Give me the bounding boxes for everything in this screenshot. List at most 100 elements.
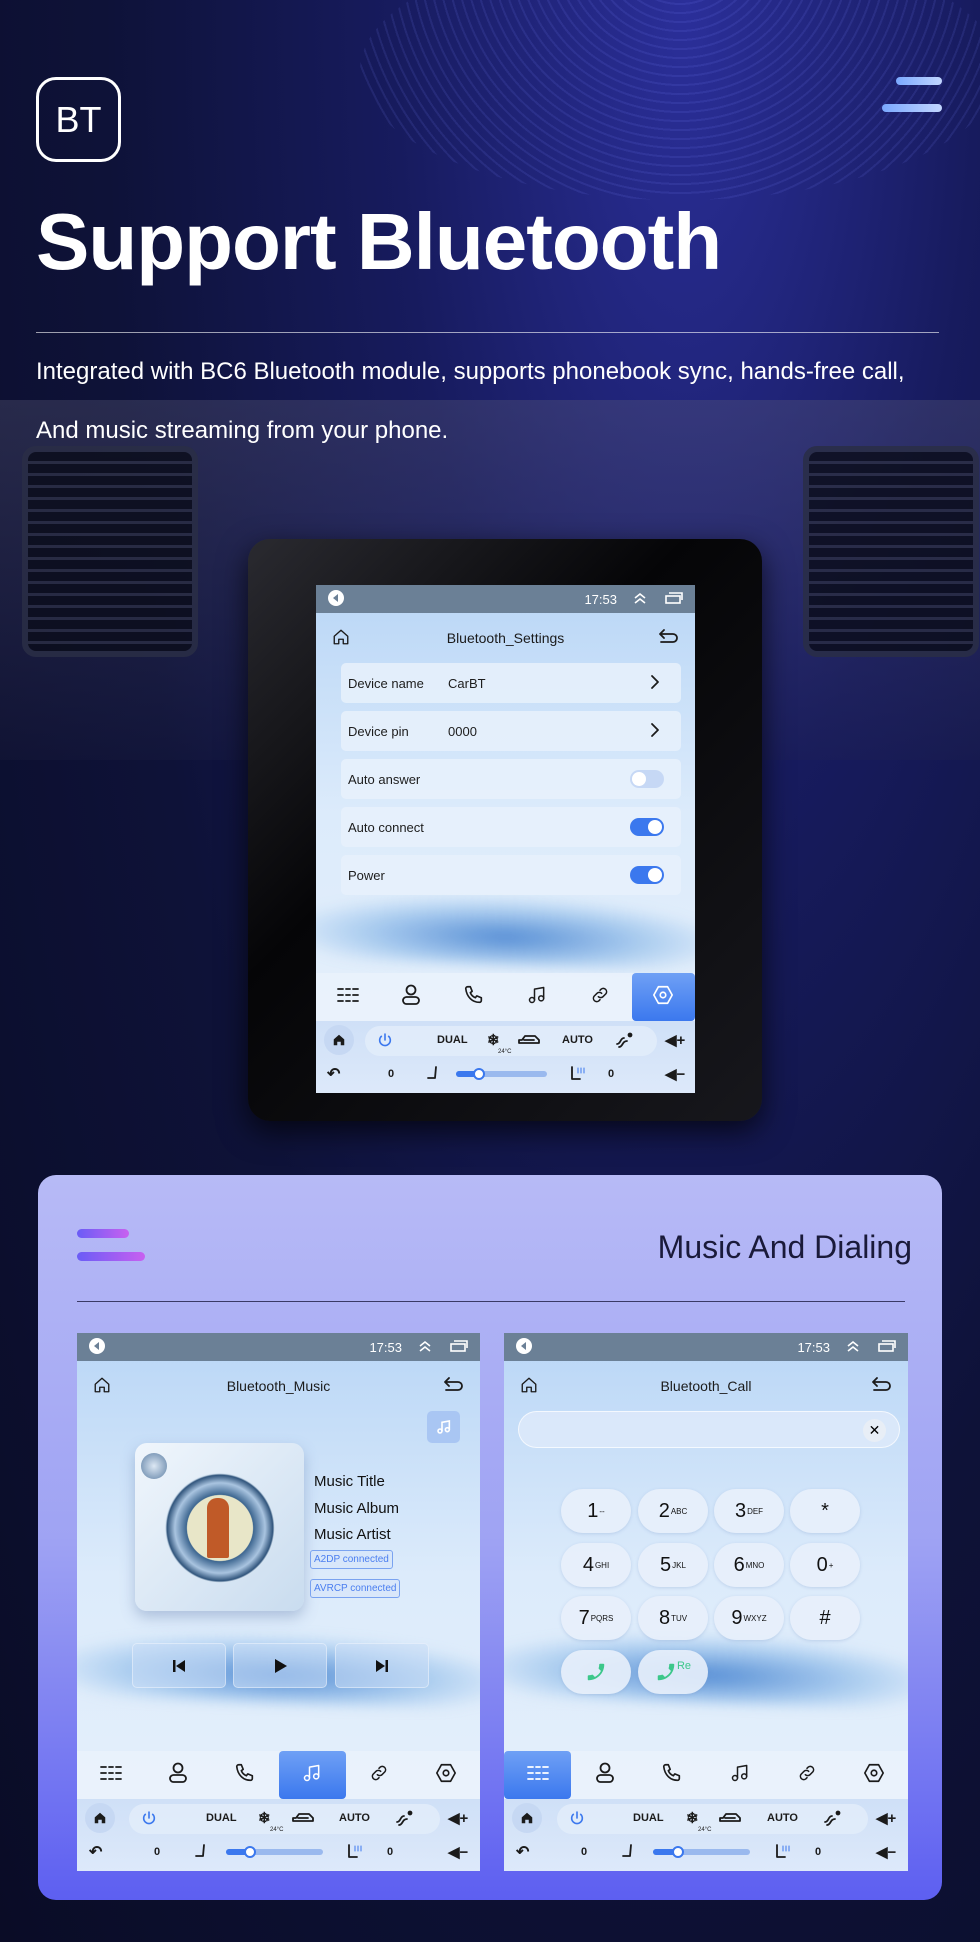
seat-heat-icon[interactable] xyxy=(347,1837,363,1867)
airflow-icon[interactable] xyxy=(395,1803,413,1833)
seat-heat-icon[interactable] xyxy=(570,1059,586,1089)
home-icon[interactable] xyxy=(93,1376,111,1397)
keypad-key-*[interactable]: * xyxy=(790,1489,860,1533)
dual-button[interactable]: DUAL xyxy=(633,1803,664,1833)
recent-apps-icon[interactable] xyxy=(450,1339,468,1355)
back-icon[interactable] xyxy=(659,628,679,647)
back-circle-icon[interactable] xyxy=(328,589,344,609)
nav-tab-link[interactable] xyxy=(773,1751,840,1799)
previous-track-button[interactable] xyxy=(132,1643,226,1688)
keypad-key-5[interactable]: 5 JKL xyxy=(638,1543,708,1587)
fan-slider-knob[interactable] xyxy=(473,1068,485,1080)
airflow-icon[interactable] xyxy=(823,1803,841,1833)
music-source-button[interactable] xyxy=(427,1411,460,1443)
back-arrow-icon[interactable]: ↶ xyxy=(516,1837,529,1867)
recirculation-icon[interactable] xyxy=(718,1803,742,1833)
nav-tab-music[interactable] xyxy=(506,973,569,1021)
keypad-key-9[interactable]: 9 WXYZ xyxy=(714,1596,784,1640)
power-button[interactable] xyxy=(569,1803,585,1833)
dual-button[interactable]: DUAL xyxy=(437,1025,468,1055)
home-button[interactable] xyxy=(85,1803,115,1833)
nav-tab-music[interactable] xyxy=(278,1751,346,1799)
volume-down-icon[interactable]: ◀− xyxy=(876,1837,896,1867)
home-icon[interactable] xyxy=(332,628,350,649)
volume-up-icon[interactable]: ◀+ xyxy=(876,1803,896,1833)
seat-icon[interactable] xyxy=(194,1837,208,1867)
defrost-snowflake-icon[interactable]: ❄ xyxy=(258,1803,271,1833)
auto-button[interactable]: AUTO xyxy=(339,1803,370,1833)
power-button[interactable] xyxy=(141,1803,157,1833)
volume-up-icon[interactable]: ◀+ xyxy=(665,1025,685,1055)
keypad-key-6[interactable]: 6 MNO xyxy=(714,1543,784,1587)
nav-tab-phone[interactable] xyxy=(442,973,505,1021)
dial-number-input[interactable]: ✕ xyxy=(518,1411,900,1448)
nav-tab-contacts[interactable] xyxy=(571,1751,638,1799)
seat-heat-icon[interactable] xyxy=(775,1837,791,1867)
back-arrow-icon[interactable]: ↶ xyxy=(89,1837,102,1867)
home-icon[interactable] xyxy=(520,1376,538,1397)
nav-tab-apps[interactable] xyxy=(504,1751,572,1799)
back-arrow-icon[interactable]: ↶ xyxy=(327,1059,340,1089)
clear-button[interactable]: ✕ xyxy=(863,1419,886,1442)
nav-tab-phone[interactable] xyxy=(211,1751,278,1799)
power-button[interactable] xyxy=(377,1025,393,1055)
keypad-key-2[interactable]: 2 ABC xyxy=(638,1489,708,1533)
recirculation-icon[interactable] xyxy=(517,1025,541,1055)
back-icon[interactable] xyxy=(444,1376,464,1395)
recent-apps-icon[interactable] xyxy=(665,591,683,607)
call-button[interactable] xyxy=(561,1650,631,1694)
toggle-switch[interactable] xyxy=(630,770,664,788)
play-button[interactable] xyxy=(233,1643,327,1688)
back-circle-icon[interactable] xyxy=(516,1337,532,1357)
volume-down-icon[interactable]: ◀− xyxy=(665,1059,685,1089)
keypad-key-8[interactable]: 8 TUV xyxy=(638,1596,708,1640)
fan-slider-knob[interactable] xyxy=(244,1846,256,1858)
auto-button[interactable]: AUTO xyxy=(767,1803,798,1833)
defrost-snowflake-icon[interactable]: ❄ xyxy=(686,1803,699,1833)
seat-icon[interactable] xyxy=(621,1837,635,1867)
keypad-key-1[interactable]: 1 -- xyxy=(561,1489,631,1533)
chevron-up-icon[interactable] xyxy=(846,1340,860,1355)
seat-icon[interactable] xyxy=(426,1059,440,1089)
recent-apps-icon[interactable] xyxy=(878,1339,896,1355)
home-button[interactable] xyxy=(512,1803,542,1833)
nav-tab-settings[interactable] xyxy=(413,1751,480,1799)
nav-tab-link[interactable] xyxy=(346,1751,413,1799)
chevron-up-icon[interactable] xyxy=(633,592,647,607)
volume-up-icon[interactable]: ◀+ xyxy=(448,1803,468,1833)
back-circle-icon[interactable] xyxy=(89,1337,105,1357)
airflow-icon[interactable] xyxy=(615,1025,633,1055)
chevron-up-icon[interactable] xyxy=(418,1340,432,1355)
volume-down-icon[interactable]: ◀− xyxy=(448,1837,468,1867)
auto-button[interactable]: AUTO xyxy=(562,1025,593,1055)
keypad-key-7[interactable]: 7 PQRS xyxy=(561,1596,631,1640)
nav-tab-contacts[interactable] xyxy=(379,973,442,1021)
nav-tab-settings[interactable] xyxy=(631,973,695,1021)
nav-tab-apps[interactable] xyxy=(77,1751,144,1799)
nav-tab-apps[interactable] xyxy=(316,973,379,1021)
toggle-switch[interactable] xyxy=(630,818,664,836)
keypad-key-0[interactable]: 0 + xyxy=(790,1543,860,1587)
dual-button[interactable]: DUAL xyxy=(206,1803,237,1833)
home-button[interactable] xyxy=(324,1025,354,1055)
settings-row-device-pin[interactable]: Device pin 0000 xyxy=(341,711,681,751)
keypad-key-4[interactable]: 4 GHI xyxy=(561,1543,631,1587)
keypad-key-3[interactable]: 3 DEF xyxy=(714,1489,784,1533)
nav-tab-link[interactable] xyxy=(569,973,632,1021)
fan-speed-slider[interactable] xyxy=(226,1849,323,1855)
settings-row-auto-connect[interactable]: Auto connect xyxy=(341,807,681,847)
nav-tab-phone[interactable] xyxy=(639,1751,706,1799)
redial-button[interactable]: Re xyxy=(638,1650,708,1694)
toggle-switch[interactable] xyxy=(630,866,664,884)
nav-tab-contacts[interactable] xyxy=(144,1751,211,1799)
nav-tab-settings[interactable] xyxy=(841,1751,908,1799)
nav-tab-music[interactable] xyxy=(706,1751,773,1799)
back-icon[interactable] xyxy=(872,1376,892,1395)
settings-row-auto-answer[interactable]: Auto answer xyxy=(341,759,681,799)
keypad-key-#[interactable]: # xyxy=(790,1596,860,1640)
settings-row-power[interactable]: Power xyxy=(341,855,681,895)
recirculation-icon[interactable] xyxy=(291,1803,315,1833)
next-track-button[interactable] xyxy=(335,1643,429,1688)
fan-slider-knob[interactable] xyxy=(672,1846,684,1858)
fan-speed-slider[interactable] xyxy=(653,1849,750,1855)
